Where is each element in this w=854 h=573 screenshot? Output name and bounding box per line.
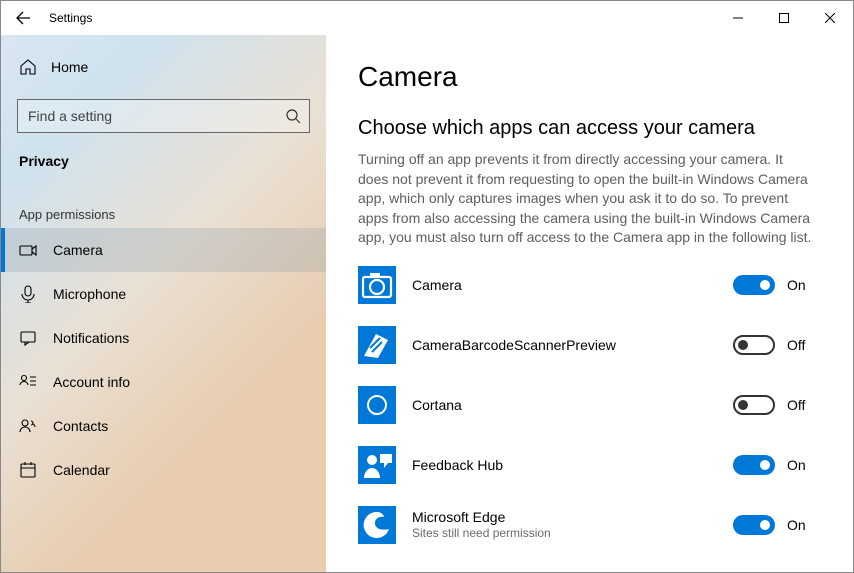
app-subtext: Sites still need permission <box>412 526 733 540</box>
sidebar-item-notifications[interactable]: Notifications <box>1 316 326 360</box>
search-icon <box>285 108 301 124</box>
barcode-app-icon <box>358 326 396 364</box>
sidebar-item-label: Contacts <box>53 418 108 434</box>
toggle-state: On <box>787 277 813 293</box>
app-name: Feedback Hub <box>412 457 733 473</box>
page-subtitle: Choose which apps can access your camera <box>358 117 813 140</box>
toggle-switch <box>733 395 775 415</box>
sidebar-item-label: Notifications <box>53 330 129 346</box>
maximize-icon <box>779 13 789 23</box>
arrow-left-icon <box>15 10 31 26</box>
search-input[interactable] <box>28 108 285 124</box>
camera-icon <box>19 241 37 259</box>
home-label: Home <box>51 59 88 75</box>
toggle-camera[interactable]: On <box>733 275 813 295</box>
contacts-icon <box>19 417 37 435</box>
close-icon <box>825 13 835 23</box>
sidebar-item-label: Camera <box>53 242 103 258</box>
toggle-switch <box>733 275 775 295</box>
account-info-icon <box>19 373 37 391</box>
toggle-barcode[interactable]: Off <box>733 335 813 355</box>
page-title: Camera <box>358 61 813 93</box>
app-row-camera: Camera On <box>358 266 813 304</box>
app-name: CameraBarcodeScannerPreview <box>412 337 733 353</box>
minimize-button[interactable] <box>715 1 761 35</box>
sidebar: Home Privacy App permissions Camera Micro… <box>1 35 326 572</box>
sidebar-item-microphone[interactable]: Microphone <box>1 272 326 316</box>
app-row-edge: Microsoft EdgeSites still need permissio… <box>358 506 813 544</box>
edge-app-icon <box>358 506 396 544</box>
sidebar-item-contacts[interactable]: Contacts <box>1 404 326 448</box>
toggle-switch <box>733 455 775 475</box>
sidebar-item-camera[interactable]: Camera <box>1 228 326 272</box>
sidebar-item-calendar[interactable]: Calendar <box>1 448 326 492</box>
toggle-switch <box>733 515 775 535</box>
title-bar: Settings <box>1 1 853 35</box>
section-heading: App permissions <box>1 169 326 228</box>
notifications-icon <box>19 329 37 347</box>
calendar-icon <box>19 461 37 479</box>
minimize-icon <box>733 13 743 23</box>
toggle-edge[interactable]: On <box>733 515 813 535</box>
toggle-state: Off <box>787 337 813 353</box>
main-panel: Camera Choose which apps can access your… <box>326 35 853 572</box>
page-description: Turning off an app prevents it from dire… <box>358 150 813 248</box>
toggle-switch <box>733 335 775 355</box>
app-name: Microsoft Edge <box>412 509 733 525</box>
app-name: Cortana <box>412 397 733 413</box>
toggle-state: On <box>787 457 813 473</box>
sidebar-item-label: Microphone <box>53 286 126 302</box>
toggle-state: On <box>787 517 813 533</box>
sidebar-item-label: Account info <box>53 374 130 390</box>
app-row-feedback: Feedback Hub On <box>358 446 813 484</box>
toggle-state: Off <box>787 397 813 413</box>
category-heading: Privacy <box>1 133 326 169</box>
app-row-cortana: Cortana Off <box>358 386 813 424</box>
app-row-barcode: CameraBarcodeScannerPreview Off <box>358 326 813 364</box>
close-button[interactable] <box>807 1 853 35</box>
window-title: Settings <box>45 11 92 25</box>
home-nav[interactable]: Home <box>1 47 326 87</box>
back-button[interactable] <box>1 1 45 35</box>
feedback-app-icon <box>358 446 396 484</box>
toggle-cortana[interactable]: Off <box>733 395 813 415</box>
search-box[interactable] <box>17 99 310 133</box>
sidebar-item-label: Calendar <box>53 462 110 478</box>
toggle-feedback[interactable]: On <box>733 455 813 475</box>
sidebar-item-account-info[interactable]: Account info <box>1 360 326 404</box>
camera-app-icon <box>358 266 396 304</box>
app-name: Camera <box>412 277 733 293</box>
cortana-app-icon <box>358 386 396 424</box>
home-icon <box>19 58 37 76</box>
microphone-icon <box>19 285 37 303</box>
maximize-button[interactable] <box>761 1 807 35</box>
